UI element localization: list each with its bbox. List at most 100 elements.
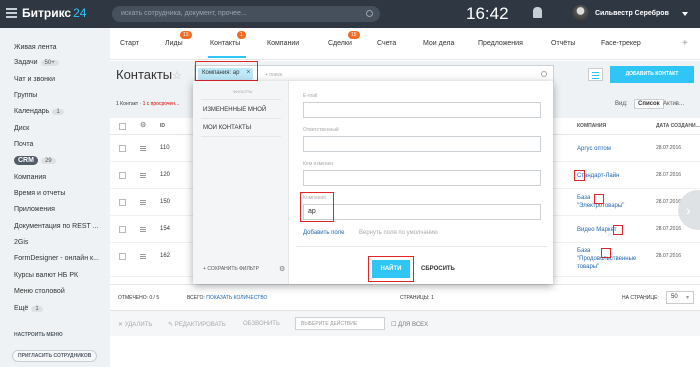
tab-deals[interactable]: Сделки (328, 40, 352, 47)
chevron-down-icon[interactable] (682, 12, 688, 16)
global-search-input[interactable]: искать сотрудника, документ, прочее... (112, 6, 380, 22)
row-menu-icon[interactable] (140, 146, 146, 151)
sidebar-item-tasks[interactable]: Задачи 50+ (14, 59, 59, 66)
preset-my-contacts[interactable]: МОИ КОНТАКТЫ (203, 125, 251, 131)
column-date[interactable]: ДАТА СОЗДАНИ... (656, 123, 700, 129)
sidebar-item-mail[interactable]: Почта (14, 141, 33, 148)
field-label-email: E-mail (303, 93, 318, 99)
tab-reports[interactable]: Отчёты (551, 40, 575, 47)
sidebar-item-canteen[interactable]: Меню столовой (14, 288, 65, 295)
notification-bell-icon[interactable] (533, 7, 542, 18)
menu-icon[interactable] (6, 8, 17, 18)
company-link[interactable]: Видео Маркет (577, 226, 617, 234)
sidebar-item-time[interactable]: Время и отчеты (14, 190, 65, 197)
star-icon[interactable]: ☆ (172, 69, 182, 82)
tab-contacts[interactable]: Контакты (210, 40, 240, 47)
column-company[interactable]: КОМПАНИЯ (577, 123, 606, 129)
row-menu-icon[interactable] (140, 173, 146, 178)
company-link[interactable]: База (577, 247, 590, 255)
row-checkbox[interactable] (119, 199, 126, 206)
search-icon[interactable] (541, 71, 547, 77)
view-label: Вид: (615, 101, 628, 107)
row-menu-icon[interactable] (140, 227, 146, 232)
logo[interactable]: Битрикс 24 (22, 6, 86, 20)
sidebar-item-more[interactable]: Ещё 1 (14, 305, 43, 312)
selected-count: ОТМЕЧЕНО: 0 / 5 (118, 295, 160, 301)
filter-popup: ФИЛЬТРЫ ИЗМЕНЕННЫЕ МНОЙ МОИ КОНТАКТЫ + С… (193, 81, 553, 284)
email-field[interactable] (303, 102, 541, 118)
reset-fields-link[interactable]: Вернуть поля по умолчанию (359, 230, 438, 236)
field-label-responsible: Ответственный (303, 127, 339, 133)
tab-leads[interactable]: Лиды (165, 40, 183, 47)
select-all-checkbox[interactable] (119, 123, 126, 130)
call-button[interactable]: ОБЗВОНИТЬ (243, 321, 280, 327)
delete-button[interactable]: ✕ УДАЛИТЬ (118, 321, 152, 328)
crm-badge: 29 (40, 158, 56, 164)
sidebar-item-company[interactable]: Компания (14, 174, 46, 181)
sidebar-item-crm[interactable]: CRM 29 (14, 156, 56, 165)
invite-users-button[interactable]: ПРИГЛАСИТЬ СОТРУДНИКОВ (12, 350, 98, 362)
edit-button[interactable]: ✎ РЕДАКТИРОВАТЬ (168, 321, 226, 328)
show-count-link[interactable]: ПОКАЗАТЬ КОЛИЧЕСТВО (206, 295, 267, 301)
row-checkbox[interactable] (119, 172, 126, 179)
modified-by-field[interactable] (303, 170, 541, 186)
tab-invoices[interactable]: Счета (377, 40, 396, 47)
company-link[interactable]: товары" (577, 263, 599, 271)
avatar[interactable] (572, 5, 589, 22)
sidebar-item-rest-docs[interactable]: Документация по REST ... (14, 223, 98, 230)
per-page-select[interactable]: 50 ▾ (666, 291, 694, 304)
filter-presets: ФИЛЬТРЫ ИЗМЕНЕННЫЕ МНОЙ МОИ КОНТАКТЫ + С… (193, 81, 289, 284)
sidebar-item-formdesigner[interactable]: FormDesigner - онлайн к... (14, 255, 99, 262)
tab-my-activities[interactable]: Мои дела (423, 40, 454, 47)
view-list-button[interactable]: Список (634, 99, 664, 109)
action-select[interactable]: ВЫБЕРИТЕ ДЕЙСТВИЕ (295, 317, 385, 330)
sidebar-item-apps[interactable]: Приложения (14, 206, 55, 213)
company-field[interactable]: ар (303, 204, 541, 220)
sidebar-item-groups[interactable]: Группы (14, 92, 37, 99)
gear-icon[interactable]: ⚙ (279, 265, 285, 273)
column-id[interactable]: ID (160, 123, 165, 129)
add-field-link[interactable]: Добавить поле (303, 230, 344, 236)
add-contact-button[interactable]: ДОБАВИТЬ КОНТАКТ (610, 66, 694, 83)
save-filter-button[interactable]: + СОХРАНИТЬ ФИЛЬТР (203, 266, 259, 272)
highlight-box (195, 61, 258, 81)
row-checkbox[interactable] (119, 253, 126, 260)
reset-button[interactable]: СБРОСИТЬ (421, 266, 455, 272)
for-all-checkbox[interactable]: ☐ ДЛЯ ВСЕХ (391, 321, 428, 328)
tab-start[interactable]: Старт (120, 40, 139, 47)
active-tab-indicator (208, 56, 246, 58)
row-menu-icon[interactable] (140, 254, 146, 259)
sidebar-item-currency[interactable]: Курсы валют НБ РК (14, 272, 78, 279)
chevron-right-icon: › (686, 202, 691, 218)
tab-companies[interactable]: Компании (267, 40, 299, 47)
page-title: Контакты (116, 67, 173, 82)
configure-menu-button[interactable]: НАСТРОИТЬ МЕНЮ (14, 332, 63, 338)
add-tab-icon[interactable]: + (682, 38, 688, 49)
sidebar-item-chat[interactable]: Чат и звонки (14, 76, 55, 83)
highlight-box (368, 256, 414, 282)
sidebar-item-calendar[interactable]: Календарь 1 (14, 108, 64, 115)
list-settings-icon[interactable] (588, 68, 603, 81)
total-count: ВСЕГО: ПОКАЗАТЬ КОЛИЧЕСТВО (187, 295, 268, 301)
leads-badge: 13 (180, 31, 192, 39)
company-link[interactable]: База (577, 194, 590, 202)
search-icon (366, 10, 373, 17)
clock[interactable]: 16:42 (466, 4, 509, 24)
gear-icon[interactable]: ⚙ (140, 121, 146, 129)
preset-changed-by-me[interactable]: ИЗМЕНЕННЫЕ МНОЙ (203, 107, 266, 113)
highlight-box (613, 225, 623, 235)
sidebar-item-disk[interactable]: Диск (14, 125, 29, 132)
user-name[interactable]: Сильвестр Серебров (595, 10, 669, 17)
row-checkbox[interactable] (119, 145, 126, 152)
tab-quotes[interactable]: Предложения (478, 40, 523, 47)
highlight-box (594, 194, 604, 204)
sidebar-item-feed[interactable]: Живая лента (14, 44, 57, 51)
company-link[interactable]: Аргус оптом (577, 145, 611, 153)
responsible-field[interactable] (303, 136, 541, 152)
view-activity-button[interactable]: Актив... (663, 101, 684, 107)
row-menu-icon[interactable] (140, 200, 146, 205)
highlight-box (601, 248, 611, 258)
sidebar-item-2gis[interactable]: 2Gis (14, 239, 28, 246)
row-checkbox[interactable] (119, 226, 126, 233)
tab-face-tracker[interactable]: Face-трекер (601, 40, 641, 47)
